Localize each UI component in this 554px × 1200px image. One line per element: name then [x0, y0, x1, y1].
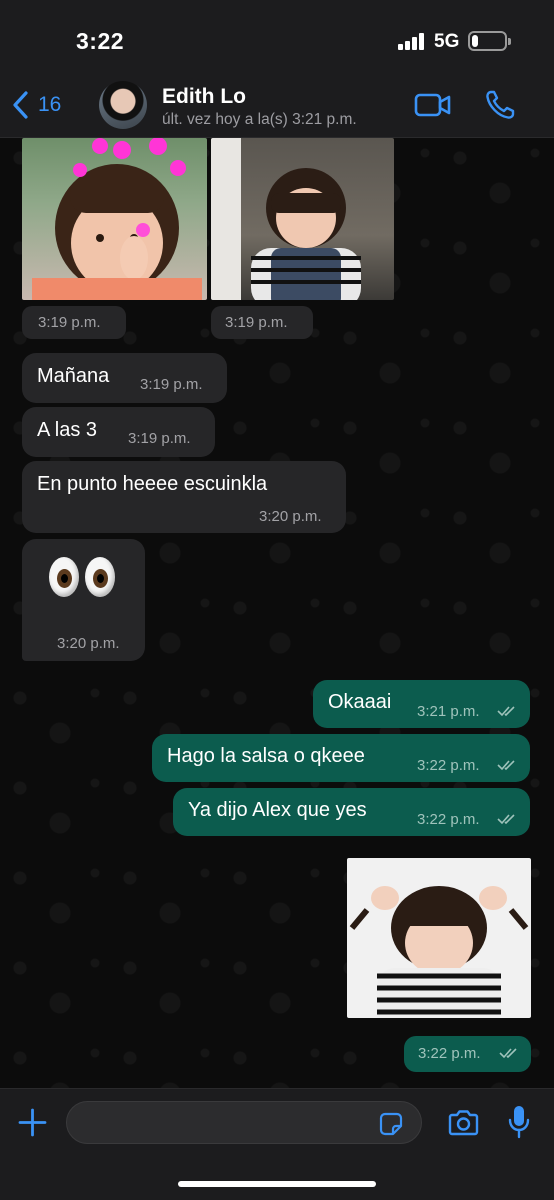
message-time: 3:19 p.m.	[128, 430, 191, 447]
incoming-emoji-message[interactable]: 3:20 p.m.	[22, 539, 145, 661]
back-button[interactable]: 16	[12, 90, 61, 120]
network-label: 5G	[434, 31, 460, 52]
photo-message-girl-holding-hair[interactable]	[347, 858, 531, 1018]
read-receipt-icon	[497, 760, 515, 771]
outgoing-message[interactable]: Hago la salsa o qkeee 3:22 p.m.	[152, 734, 530, 782]
plus-icon	[18, 1108, 47, 1137]
outgoing-message[interactable]: Okaaai 3:21 p.m.	[313, 680, 530, 728]
outgoing-message[interactable]: Ya dijo Alex que yes 3:22 p.m.	[173, 788, 530, 836]
photo-girl-with-hearts	[32, 138, 202, 300]
microphone-icon	[508, 1106, 530, 1139]
incoming-message[interactable]: Mañana 3:19 p.m.	[22, 353, 227, 403]
message-text: Okaaai	[328, 691, 392, 713]
photo-girl-holding-hair	[349, 886, 529, 1018]
chevron-left-icon	[13, 91, 28, 119]
contact-last-seen: últ. vez hoy a la(s) 3:21 p.m.	[162, 111, 357, 128]
photo3-time-pill: 3:22 p.m.	[404, 1036, 531, 1072]
read-receipt-icon	[499, 1048, 517, 1059]
battery-icon	[468, 31, 511, 51]
message-time: 3:20 p.m.	[259, 508, 322, 525]
photo2-time-pill: 3:19 p.m.	[211, 306, 313, 339]
attach-button[interactable]	[17, 1107, 48, 1143]
contact-name[interactable]: Edith Lo	[162, 85, 246, 109]
message-text: Ya dijo Alex que yes	[188, 799, 367, 821]
message-time: 3:22 p.m.	[417, 811, 480, 828]
home-indicator	[178, 1181, 376, 1187]
incoming-message[interactable]: A las 3 3:19 p.m.	[22, 407, 215, 457]
chat-header: 16 Edith Lo últ. vez hoy a la(s) 3:21 p.…	[0, 80, 554, 138]
message-time: 3:22 p.m.	[417, 757, 480, 774]
video-call-icon	[414, 93, 451, 117]
unread-count: 16	[38, 93, 62, 116]
message-text: En punto heeee escuinkla	[37, 473, 268, 495]
status-bar: 3:22 5G	[0, 0, 554, 80]
message-time: 3:21 p.m.	[417, 703, 480, 720]
signal-icon	[398, 33, 426, 50]
sticker-button[interactable]	[378, 1111, 404, 1142]
photo-girl-in-overalls	[211, 138, 361, 300]
read-receipt-icon	[497, 814, 515, 825]
read-receipt-icon	[497, 706, 515, 717]
phone-icon	[486, 90, 515, 119]
contact-avatar[interactable]	[99, 81, 147, 129]
message-text: Mañana	[37, 365, 110, 387]
voice-call-button[interactable]	[484, 89, 516, 126]
eyes-emoji	[49, 557, 115, 597]
message-text: Hago la salsa o qkeee	[167, 745, 365, 767]
voice-message-button[interactable]	[507, 1104, 531, 1145]
camera-icon	[448, 1110, 479, 1136]
message-time: 3:19 p.m.	[38, 314, 101, 331]
message-time: 3:19 p.m.	[225, 314, 288, 331]
message-text: A las 3	[37, 419, 98, 441]
status-time: 3:22	[76, 28, 125, 54]
incoming-message[interactable]: En punto heeee escuinkla 3:20 p.m.	[22, 461, 346, 533]
photo1-time-pill: 3:19 p.m.	[22, 306, 126, 339]
message-input[interactable]	[66, 1101, 422, 1144]
video-call-button[interactable]	[414, 92, 452, 123]
photo-message-girl-overalls[interactable]	[211, 138, 394, 300]
battery-level	[472, 35, 478, 47]
sticker-icon	[379, 1112, 403, 1136]
camera-button[interactable]	[447, 1109, 480, 1141]
photo-message-girl-with-flower[interactable]	[22, 138, 207, 300]
message-time: 3:20 p.m.	[57, 635, 120, 652]
message-time: 3:19 p.m.	[140, 376, 203, 393]
message-time: 3:22 p.m.	[418, 1045, 481, 1062]
